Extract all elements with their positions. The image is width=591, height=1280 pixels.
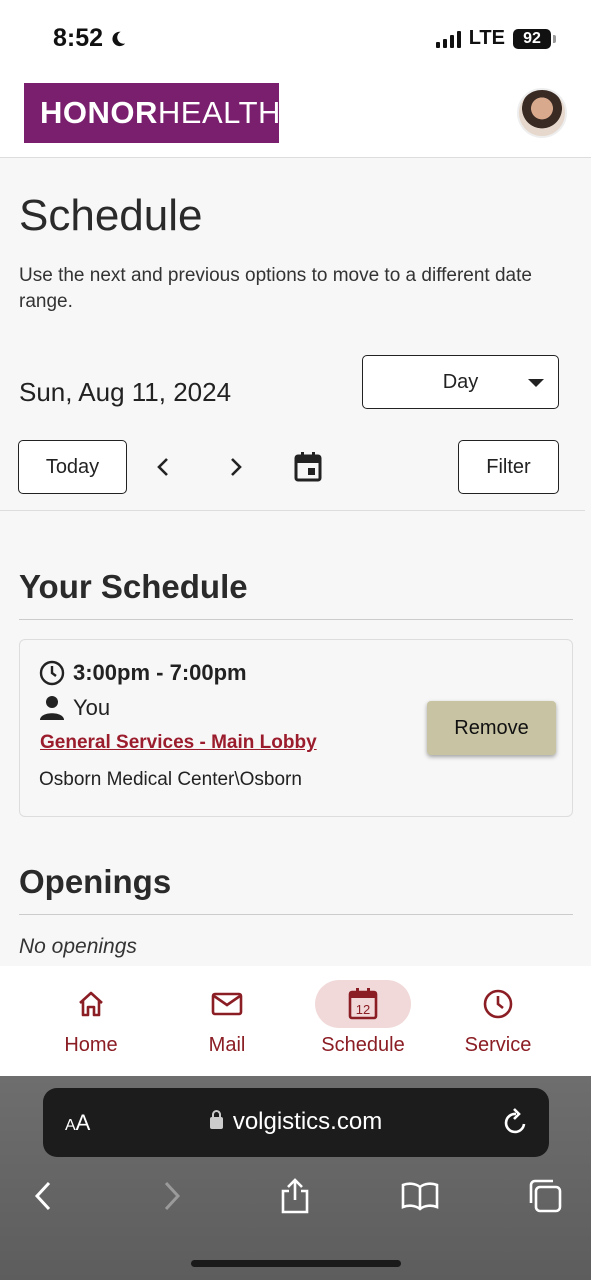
signal-icon — [435, 30, 461, 48]
person-icon — [40, 696, 64, 720]
view-select[interactable]: Day — [362, 355, 559, 409]
home-icon — [43, 980, 139, 1028]
network-label: LTE — [468, 27, 505, 49]
shift-time-text: 3:00pm - 7:00pm — [73, 660, 247, 685]
status-time-text: 8:52 — [53, 24, 104, 52]
today-button[interactable]: Today — [18, 440, 127, 494]
lock-icon — [209, 1109, 223, 1129]
calendar-icon: 12 — [315, 980, 411, 1028]
view-select-value: Day — [442, 370, 479, 393]
nav-service-label: Service — [464, 1034, 532, 1056]
openings-heading: Openings — [19, 863, 172, 900]
calendar-picker-icon[interactable] — [291, 450, 325, 484]
moon-icon — [112, 31, 126, 46]
no-openings-text: No openings — [19, 935, 137, 958]
status-indicators: LTE 92 — [435, 27, 556, 50]
current-date: Sun, Aug 11, 2024 — [19, 377, 232, 407]
clock-icon — [39, 660, 65, 686]
chevron-down-icon — [528, 379, 544, 387]
forward-icon[interactable] — [152, 1176, 192, 1216]
battery-icon: 92 — [513, 28, 556, 49]
shift-person-text: You — [73, 695, 111, 720]
logo-thin-text: HEALTH — [157, 95, 281, 130]
logo-tm: TM — [281, 118, 295, 127]
tabs-icon[interactable] — [525, 1176, 565, 1216]
back-icon[interactable] — [23, 1176, 63, 1216]
browser-chrome: AA volgistics.com — [0, 1076, 591, 1280]
battery-level: 92 — [523, 29, 541, 47]
shift-location: Osborn Medical Center\Osborn — [39, 769, 302, 790]
page-intro: Use the next and previous options to mov… — [19, 265, 532, 312]
divider — [0, 510, 585, 511]
avatar[interactable] — [517, 88, 567, 138]
reload-icon[interactable] — [503, 1108, 529, 1141]
assignment-link[interactable]: General Services - Main Lobby — [40, 732, 317, 754]
nav-home[interactable]: Home — [31, 980, 151, 1057]
bookmarks-icon[interactable] — [400, 1176, 440, 1216]
nav-mail[interactable]: Mail — [167, 980, 287, 1057]
status-time: 8:52 — [53, 24, 127, 53]
shift-person: You — [39, 695, 110, 721]
shift-time: 3:00pm - 7:00pm — [39, 660, 247, 686]
divider — [19, 619, 573, 620]
app-header: HONOR HEALTH TM — [0, 78, 591, 158]
filter-button[interactable]: Filter — [458, 440, 559, 494]
share-icon[interactable] — [275, 1176, 315, 1216]
logo-bold-text: HONOR — [40, 95, 158, 130]
honorhealth-logo[interactable]: HONOR HEALTH TM — [24, 83, 294, 143]
status-bar: 8:52 LTE 92 — [0, 0, 591, 78]
nav-service[interactable]: Service — [438, 980, 558, 1057]
remove-button[interactable]: Remove — [427, 701, 556, 755]
chevron-right-icon[interactable] — [219, 450, 253, 484]
your-schedule-heading: Your Schedule — [19, 568, 248, 605]
bottom-navigation: Home Mail 12 Schedule Service — [0, 966, 591, 1076]
nav-schedule[interactable]: 12 Schedule — [303, 980, 423, 1057]
page-title: Schedule — [19, 191, 203, 240]
nav-home-label: Home — [64, 1034, 118, 1056]
chevron-left-icon[interactable] — [146, 450, 180, 484]
calendar-badge: 12 — [356, 1002, 370, 1017]
nav-mail-label: Mail — [208, 1034, 246, 1056]
address-bar[interactable]: AA volgistics.com — [43, 1088, 549, 1157]
clock-icon — [450, 980, 546, 1028]
shift-card: 3:00pm - 7:00pm You General Services - M… — [19, 639, 573, 817]
mail-icon — [179, 980, 275, 1028]
url-display[interactable]: volgistics.com — [43, 1108, 549, 1136]
divider — [19, 914, 573, 915]
url-text: volgistics.com — [232, 1108, 383, 1135]
nav-schedule-label: Schedule — [321, 1034, 405, 1056]
home-indicator — [191, 1260, 401, 1267]
